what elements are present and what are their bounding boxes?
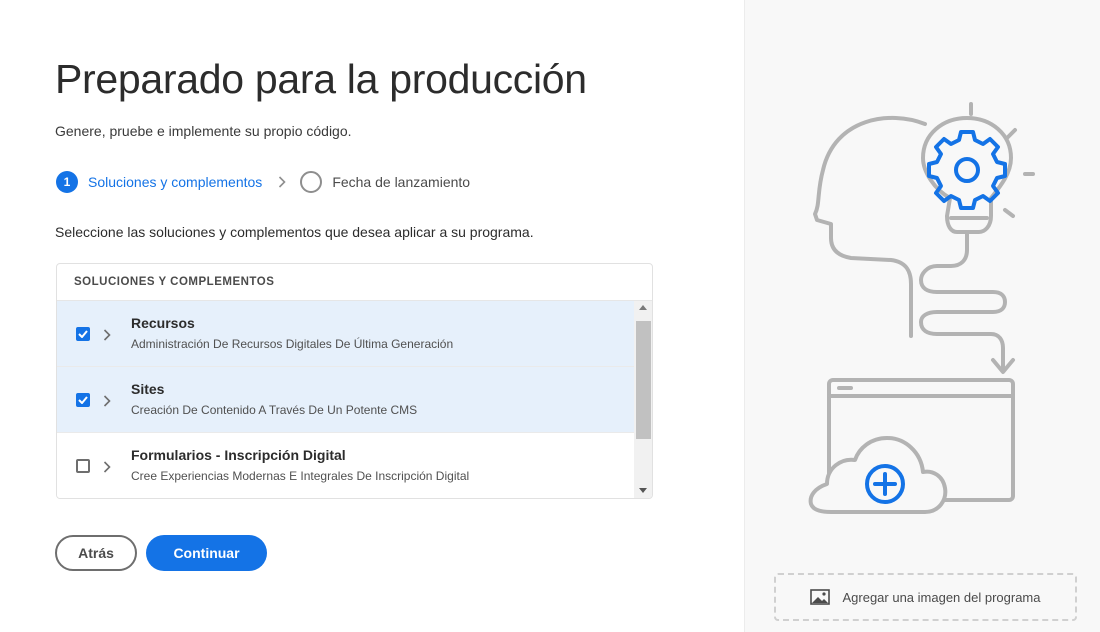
step-2-indicator <box>300 171 323 193</box>
row-checkbox[interactable] <box>76 327 90 341</box>
checkmark-icon <box>78 396 88 404</box>
row-description: Administración De Recursos Digitales De … <box>131 337 454 351</box>
step-1-number: 1 <box>56 171 78 193</box>
chevron-right-icon[interactable] <box>103 460 113 473</box>
main-panel: Preparado para la producción Genere, pru… <box>0 0 744 632</box>
row-description: Creación De Contenido A Través De Un Pot… <box>131 403 418 417</box>
row-title: Formularios - Inscripción Digital <box>131 447 346 463</box>
instruction-text: Seleccione las soluciones y complementos… <box>55 224 534 240</box>
table-row[interactable]: Recursos Administración De Recursos Digi… <box>57 301 634 367</box>
row-checkbox[interactable] <box>76 459 90 473</box>
head-lightbulb-gear-cloud-illustration <box>808 102 1035 514</box>
table-row[interactable]: Formularios - Inscripción Digital Cree E… <box>57 433 634 498</box>
scrollbar[interactable] <box>634 301 652 498</box>
step-1-label[interactable]: Soluciones y complementos <box>88 174 262 190</box>
back-button[interactable]: Atrás <box>55 535 137 571</box>
stepper: 1 Soluciones y complementos Fecha de lan… <box>56 171 470 193</box>
continue-button[interactable]: Continuar <box>146 535 267 571</box>
table-header: SOLUCIONES Y COMPLEMENTOS <box>57 264 652 301</box>
chevron-right-icon[interactable] <box>103 328 113 341</box>
row-title: Sites <box>131 381 165 397</box>
scroll-down-arrow-icon[interactable] <box>639 488 647 493</box>
solutions-table: SOLUCIONES Y COMPLEMENTOS Recursos Admin… <box>56 263 653 499</box>
table-row[interactable]: Sites Creación De Contenido A Través De … <box>57 367 634 433</box>
program-image-panel: Agregar una imagen del programa <box>744 0 1100 632</box>
row-title: Recursos <box>131 315 195 331</box>
image-icon <box>810 589 831 605</box>
page-title: Preparado para la producción <box>55 56 587 102</box>
row-description: Cree Experiencias Modernas E Integrales … <box>131 469 470 483</box>
scrollbar-thumb[interactable] <box>636 321 651 439</box>
chevron-right-icon[interactable] <box>103 394 113 407</box>
page-subtitle: Genere, pruebe e implemente su propio có… <box>55 123 352 139</box>
add-image-label: Agregar una imagen del programa <box>842 589 1041 605</box>
page: Preparado para la producción Genere, pru… <box>0 0 1100 632</box>
step-2-label[interactable]: Fecha de lanzamiento <box>332 174 470 190</box>
add-program-image-button[interactable]: Agregar una imagen del programa <box>774 573 1077 621</box>
scroll-up-arrow-icon[interactable] <box>639 305 647 310</box>
chevron-right-icon <box>276 176 288 188</box>
row-checkbox[interactable] <box>76 393 90 407</box>
table-rows: Recursos Administración De Recursos Digi… <box>57 301 634 498</box>
checkmark-icon <box>78 330 88 338</box>
